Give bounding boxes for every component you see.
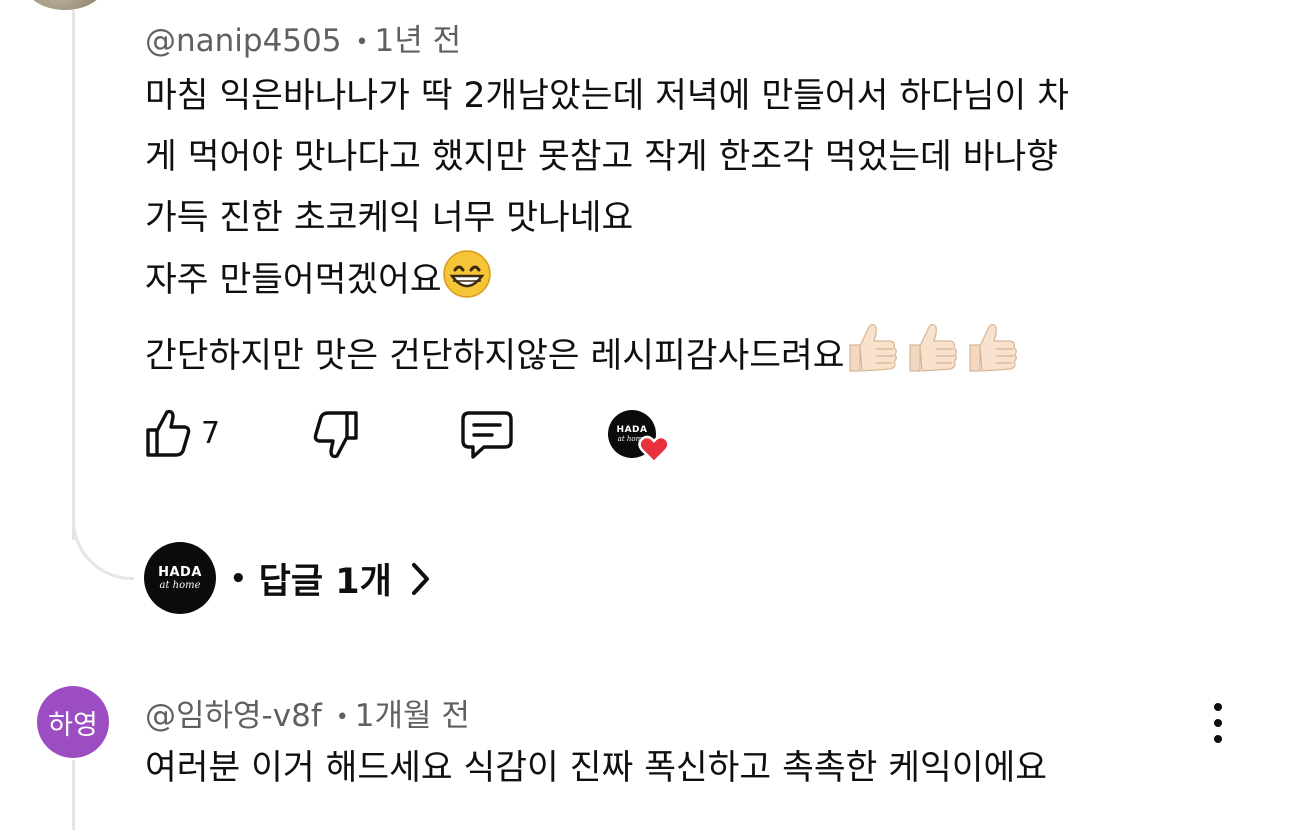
comment-line-text: 간단하지만 맛은 건단하지않은 레시피감사드려요 xyxy=(145,336,845,376)
comment-author[interactable]: @임하영-v8f xyxy=(145,698,322,734)
more-dot xyxy=(1214,719,1222,727)
replies-label: 답글 1개 xyxy=(258,562,392,602)
thread-line xyxy=(72,10,75,540)
logo-text: at home xyxy=(159,580,201,591)
thumbs-down-icon xyxy=(313,411,358,459)
separator-dot: • xyxy=(335,705,349,730)
comment-meta: @임하영-v8f • 1개월 전 xyxy=(145,690,470,735)
comment-time: 1개월 전 xyxy=(354,698,470,734)
more-dot xyxy=(1214,735,1222,743)
like-count: 7 xyxy=(201,415,221,451)
avatar[interactable]: 하영 xyxy=(37,686,109,758)
separator-dot: • xyxy=(355,30,369,55)
comment-icon xyxy=(461,411,513,459)
replies-button[interactable]: • 답글 1개 xyxy=(230,553,432,604)
dislike-button[interactable] xyxy=(313,410,359,464)
comment-meta: @nanip4505 • 1년 전 xyxy=(145,15,461,60)
comment-body: 여러분 이거 해드세요 식감이 진짜 폭신하고 촉촉한 케익이에요 xyxy=(145,738,1235,799)
comment-line: 가득 진한 초코케익 너무 맛나네요 xyxy=(145,198,634,238)
comment-line-text: 자주 만들어먹겠어요 xyxy=(145,260,442,300)
comment-line: 게 먹어야 맛나다고 했지만 못참고 작게 한조각 먹었는데 바나향 xyxy=(145,137,1058,177)
more-vertical-icon[interactable] xyxy=(1203,703,1233,743)
chevron-right-icon xyxy=(411,562,429,595)
avatar-text: 하영 xyxy=(48,709,98,741)
like-button[interactable]: 7 xyxy=(145,408,220,458)
comment-time: 1년 전 xyxy=(374,23,462,59)
comment-author[interactable]: @nanip4505 xyxy=(145,23,341,59)
thumbs-up-emoji xyxy=(844,319,1022,395)
reply-button[interactable] xyxy=(460,409,514,465)
reply-avatar: HADA at home xyxy=(144,542,216,614)
comment-line: 자주 만들어먹겠어요 xyxy=(145,249,1235,319)
comment-body: 마침 익은바나나가 딱 2개남았는데 저녁에 만들어서 하다님이 차 게 먹어야… xyxy=(145,66,1235,395)
separator-dot: • xyxy=(230,563,247,594)
heart-icon xyxy=(638,435,670,464)
creator-heart: HADA at home xyxy=(608,410,674,466)
grin-emoji xyxy=(442,249,492,319)
avatar[interactable] xyxy=(25,0,105,10)
thumbs-up-icon xyxy=(146,409,191,457)
thread-line-curve xyxy=(72,520,134,580)
logo-text: HADA xyxy=(158,565,202,580)
more-dot xyxy=(1214,703,1222,711)
thread-line xyxy=(72,760,75,830)
comment-line: 여러분 이거 해드세요 식감이 진짜 폭신하고 촉촉한 케익이에요 xyxy=(145,748,1048,788)
comment-line: 마침 익은바나나가 딱 2개남았는데 저녁에 만들어서 하다님이 차 xyxy=(145,76,1069,116)
comment-line: 간단하지만 맛은 건단하지않은 레시피감사드려요 xyxy=(145,319,1235,395)
